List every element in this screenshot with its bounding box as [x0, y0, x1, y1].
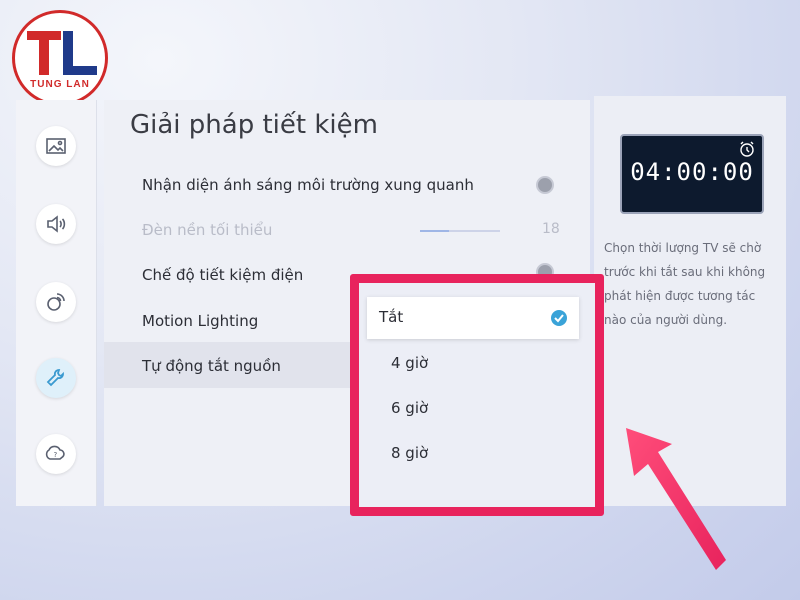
- sidebar-item-support[interactable]: ?: [36, 434, 76, 474]
- option-4-hours[interactable]: 4 giờ: [371, 343, 577, 385]
- settings-sidebar: ?: [16, 100, 97, 506]
- ambient-light-toggle[interactable]: [536, 176, 554, 194]
- backlight-slider-fill: [420, 230, 449, 232]
- option-8-hours[interactable]: 8 giờ: [371, 433, 577, 475]
- setting-label: Nhận diện ánh sáng môi trường xung quanh: [142, 176, 474, 194]
- picture-icon: [46, 138, 66, 154]
- setting-ambient-light[interactable]: Nhận diện ánh sáng môi trường xung quanh: [142, 176, 474, 194]
- setting-label: Motion Lighting: [142, 312, 259, 330]
- support-icon: ?: [45, 445, 65, 460]
- backlight-value: 18: [542, 221, 560, 237]
- sound-icon: [47, 215, 66, 233]
- option-label: 6 giờ: [391, 399, 429, 417]
- option-6-hours[interactable]: 6 giờ: [371, 388, 577, 430]
- sidebar-item-sound[interactable]: [36, 204, 76, 244]
- clock-time: 04:00:00: [630, 158, 754, 186]
- check-icon: [551, 310, 567, 326]
- setting-motion-lighting[interactable]: Motion Lighting: [142, 312, 258, 330]
- setting-label: Chế độ tiết kiệm điện: [142, 266, 304, 284]
- page-title: Giải pháp tiết kiệm: [130, 110, 378, 140]
- info-description: Chọn thời lượng TV sẽ chờ trước khi tắt …: [604, 241, 766, 327]
- broadcast-icon: [47, 293, 65, 311]
- option-label: 8 giờ: [391, 444, 429, 462]
- dropdown-panel: Tắt 4 giờ 6 giờ 8 giờ: [359, 283, 595, 507]
- tl-logo-mark: [27, 31, 97, 75]
- setting-min-backlight: Đèn nền tối thiểu: [142, 221, 272, 239]
- auto-power-off-dropdown: Tắt 4 giờ 6 giờ 8 giờ: [350, 274, 604, 516]
- setting-power-saving[interactable]: Chế độ tiết kiệm điện: [142, 266, 303, 284]
- option-label: 4 giờ: [391, 354, 429, 372]
- sidebar-item-general[interactable]: [36, 358, 76, 398]
- setting-auto-power-off[interactable]: Tự động tắt nguồn: [142, 357, 281, 375]
- tung-lan-logo: TUNG LAN: [12, 10, 108, 106]
- sidebar-item-broadcast[interactable]: [36, 282, 76, 322]
- setting-label: Tự động tắt nguồn: [142, 357, 281, 375]
- setting-label: Đèn nền tối thiểu: [142, 221, 273, 239]
- pointer-arrow-icon: [626, 428, 726, 570]
- alarm-clock-icon: [740, 141, 754, 157]
- wrench-icon: [46, 369, 64, 387]
- sidebar-item-picture[interactable]: [36, 126, 76, 166]
- option-label: Tắt: [379, 308, 404, 326]
- logo-brand-text: TUNG LAN: [30, 79, 90, 90]
- backlight-slider: [420, 230, 500, 232]
- svg-text:?: ?: [54, 451, 58, 459]
- clock-preview: 04:00:00: [620, 134, 764, 214]
- option-off[interactable]: Tắt: [367, 297, 579, 339]
